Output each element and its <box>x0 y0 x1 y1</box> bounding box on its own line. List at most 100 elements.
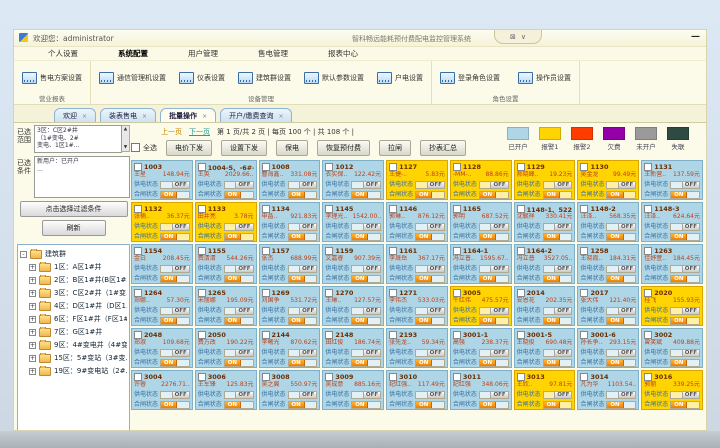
supply-off-state[interactable]: OFF <box>554 308 571 314</box>
menu-item[interactable]: 售电管理 <box>258 48 288 59</box>
supply-toggle[interactable]: OFF <box>351 391 381 399</box>
meter-card[interactable]: 3013 王欣.. 97.81元 供电状态 OFF <box>514 370 576 410</box>
meter-card[interactable]: 3016 郭丽 339.25元 供电状态 OFF <box>641 370 703 410</box>
supply-off-state[interactable]: OFF <box>299 182 316 188</box>
gate-toggle[interactable]: ON <box>670 359 700 367</box>
card-checkbox[interactable] <box>644 205 652 213</box>
card-checkbox[interactable] <box>262 373 270 381</box>
gate-on-state[interactable]: ON <box>225 192 241 198</box>
meter-card[interactable]: 3011 纪红强 348.06元 供电状态 OFF <box>450 370 512 410</box>
gate-on-state[interactable]: ON <box>289 402 305 408</box>
gate-toggle[interactable]: ON <box>415 275 445 283</box>
gate-on-state[interactable]: ON <box>225 318 241 324</box>
gate-toggle[interactable]: ON <box>224 191 254 199</box>
tree-item[interactable]: 2区：B区1#井(B区1#… <box>29 275 127 285</box>
gate-toggle[interactable]: ON <box>479 275 509 283</box>
gate-on-state[interactable]: ON <box>289 192 305 198</box>
gate-toggle[interactable]: ON <box>606 401 636 409</box>
meter-card[interactable]: 1165 郭明 687.52元 供电状态 OFF <box>450 202 512 242</box>
supply-off-state[interactable]: OFF <box>490 392 507 398</box>
gate-on-state[interactable]: ON <box>544 318 560 324</box>
expand-node-icon[interactable] <box>29 316 36 323</box>
document-tab[interactable]: 欢迎 × <box>54 108 96 122</box>
meter-card[interactable]: 1258 王晓霞.. 184.31元 供电状态 OFF <box>577 244 639 284</box>
gate-toggle[interactable]: ON <box>479 317 509 325</box>
gate-toggle[interactable]: ON <box>351 191 381 199</box>
supply-off-state[interactable]: OFF <box>427 308 444 314</box>
gate-toggle[interactable]: ON <box>479 191 509 199</box>
card-checkbox[interactable] <box>325 205 333 213</box>
gate-toggle[interactable]: ON <box>543 359 573 367</box>
supply-toggle[interactable]: OFF <box>606 181 636 189</box>
supply-off-state[interactable]: OFF <box>299 392 316 398</box>
gate-toggle[interactable]: ON <box>670 233 700 241</box>
gate-on-state[interactable]: ON <box>480 192 496 198</box>
gate-toggle[interactable]: ON <box>288 191 318 199</box>
gate-on-state[interactable]: ON <box>225 276 241 282</box>
tree-item[interactable]: 1区：A区1#井 <box>29 262 127 272</box>
gate-toggle[interactable]: ON <box>160 191 190 199</box>
meter-card[interactable]: 3005 牛红伟 475.57元 供电状态 OFF <box>450 286 512 326</box>
card-checkbox[interactable] <box>517 331 525 339</box>
tree-item[interactable]: 9区：4#变电井（4#变… <box>29 340 127 350</box>
ribbon-button[interactable]: 默认参数设置 <box>302 71 366 85</box>
gate-toggle[interactable]: ON <box>479 359 509 367</box>
meter-card[interactable]: 1269 刘国争 531.72元 供电状态 OFF <box>259 286 321 326</box>
card-checkbox[interactable] <box>389 163 397 171</box>
supply-toggle[interactable]: OFF <box>543 223 573 231</box>
meter-card[interactable]: 3006 王军锋 125.83元 供电状态 OFF <box>195 370 257 410</box>
card-checkbox[interactable] <box>198 373 206 381</box>
gate-on-state[interactable]: ON <box>416 402 432 408</box>
supply-toggle[interactable]: OFF <box>479 391 509 399</box>
gate-toggle[interactable]: ON <box>543 233 573 241</box>
document-tab[interactable]: 批量操作 × <box>160 108 216 122</box>
selected-range-box[interactable]: 3区：C区2#井 （1#变电、2# 变电、1区1#… <box>34 125 122 153</box>
gate-toggle[interactable]: ON <box>160 317 190 325</box>
gate-on-state[interactable]: ON <box>352 276 368 282</box>
supply-off-state[interactable]: OFF <box>299 350 316 356</box>
card-checkbox[interactable] <box>198 205 206 213</box>
tab-close-icon[interactable]: × <box>82 113 87 120</box>
supply-off-state[interactable]: OFF <box>363 224 380 230</box>
action-button[interactable]: 设置下发 <box>221 140 267 156</box>
gate-toggle[interactable]: ON <box>224 275 254 283</box>
ribbon-button[interactable]: 通信管理机设置 <box>97 71 168 85</box>
meter-card[interactable]: 1004-5、-6#— 王英 2029.66.. 供电状态 OFF <box>195 160 257 200</box>
gate-on-state[interactable]: ON <box>161 192 177 198</box>
card-checkbox[interactable] <box>580 247 588 255</box>
gate-on-state[interactable]: ON <box>161 360 177 366</box>
meter-card[interactable]: 1134 申晶.. 921.83元 供电状态 OFF <box>259 202 321 242</box>
card-checkbox[interactable] <box>389 247 397 255</box>
action-button[interactable]: 恢复预付费 <box>317 140 370 156</box>
meter-card[interactable]: 1003 王星 148.94元 供电状态 OFF <box>131 160 193 200</box>
meter-card[interactable]: 3009 吴成意 885.16元 供电状态 OFF <box>322 370 384 410</box>
supply-toggle[interactable]: OFF <box>670 265 700 273</box>
supply-toggle[interactable]: OFF <box>160 265 190 273</box>
gate-toggle[interactable]: ON <box>543 191 573 199</box>
supply-off-state[interactable]: OFF <box>235 392 252 398</box>
supply-off-state[interactable]: OFF <box>172 182 189 188</box>
supply-toggle[interactable]: OFF <box>479 223 509 231</box>
supply-off-state[interactable]: OFF <box>172 266 189 272</box>
meter-card[interactable]: 1264 郑娜.. 57.30元 供电状态 OFF <box>131 286 193 326</box>
document-tab[interactable]: 开户/缴费查询 × <box>220 108 292 122</box>
supply-toggle[interactable]: OFF <box>543 349 573 357</box>
supply-toggle[interactable]: OFF <box>415 181 445 189</box>
selected-condition-box[interactable]: 新用户：已开户 … <box>34 156 130 198</box>
supply-off-state[interactable]: OFF <box>682 308 699 314</box>
meter-card[interactable]: 3004 许睿 2276.71.. 供电状态 OFF <box>131 370 193 410</box>
supply-toggle[interactable]: OFF <box>160 349 190 357</box>
gate-on-state[interactable]: ON <box>352 402 368 408</box>
card-checkbox[interactable] <box>453 247 461 255</box>
card-checkbox[interactable] <box>580 163 588 171</box>
ribbon-button[interactable]: 仪表设置 <box>177 71 227 85</box>
supply-off-state[interactable]: OFF <box>554 392 571 398</box>
meter-card[interactable]: 1164-2 冯立普 3527.05.. 供电状态 OFF <box>514 244 576 284</box>
gate-on-state[interactable]: ON <box>544 234 560 240</box>
gate-on-state[interactable]: ON <box>352 234 368 240</box>
card-checkbox[interactable] <box>453 331 461 339</box>
prev-page-link[interactable]: 上一页 <box>161 127 182 137</box>
meter-card[interactable]: 1128 -MM-.. 88.86元 供电状态 OFF <box>450 160 512 200</box>
supply-off-state[interactable]: OFF <box>490 224 507 230</box>
gate-on-state[interactable]: ON <box>607 402 623 408</box>
